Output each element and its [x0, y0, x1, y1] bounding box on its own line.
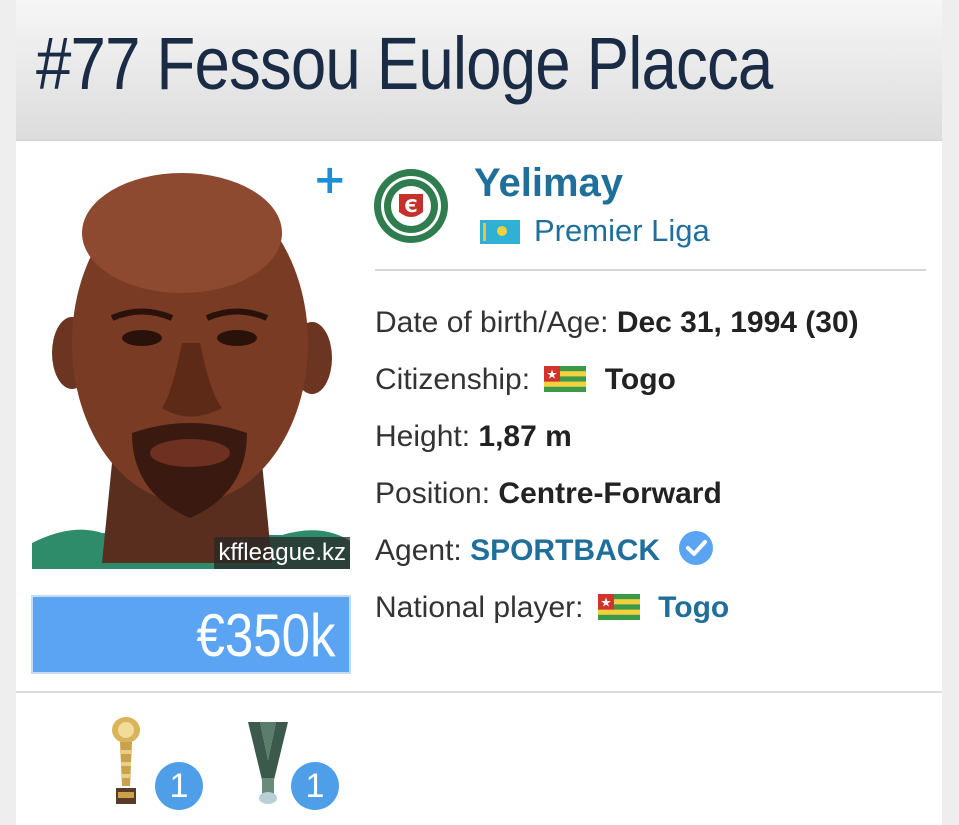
- citizenship-value: Togo: [604, 363, 676, 396]
- league-name-link[interactable]: Premier Liga: [534, 210, 710, 252]
- player-last-name: Placca: [586, 22, 774, 105]
- profile-header: #77 Fessou Euloge Placca: [16, 0, 942, 141]
- page-title: #77 Fessou Euloge Placca: [36, 14, 774, 114]
- agent-link[interactable]: SPORTBACK: [470, 534, 660, 567]
- dob-row: Date of birth/Age: Dec 31, 1994 (30): [375, 297, 935, 354]
- player-first-names: Fessou Euloge: [156, 22, 570, 105]
- agent-label: Agent:: [375, 534, 462, 567]
- shirt-number: #77: [36, 22, 140, 105]
- agent-row: Agent: SPORTBACK: [375, 525, 935, 582]
- dob-value: Dec 31, 1994 (30): [616, 306, 859, 339]
- svg-text:Є: Є: [404, 196, 417, 217]
- position-row: Position: Centre-Forward: [375, 468, 935, 525]
- trophy-count-badge: 1: [155, 762, 203, 810]
- height-value: 1,87 m: [478, 420, 572, 453]
- national-player-label: National player:: [375, 591, 584, 624]
- golden-trophy-icon[interactable]: [108, 716, 144, 808]
- player-profile-page: #77 Fessou Euloge Placca kffleague.kz + …: [0, 0, 959, 825]
- kazakhstan-flag-icon: [480, 220, 520, 244]
- citizenship-row: Citizenship: Togo: [375, 354, 935, 411]
- medal-ribbon-icon[interactable]: [246, 720, 290, 806]
- national-player-row: National player: Togo: [375, 582, 935, 639]
- citizenship-label: Citizenship:: [375, 363, 531, 396]
- dob-label: Date of birth/Age:: [375, 306, 609, 339]
- market-value: €350k: [196, 602, 335, 669]
- position-value: Centre-Forward: [498, 477, 722, 510]
- height-row: Height: 1,87 m: [375, 411, 935, 468]
- height-label: Height:: [375, 420, 471, 453]
- togo-flag-icon: [597, 594, 640, 620]
- achievements-divider: [16, 691, 942, 693]
- club-logo-icon[interactable]: Є: [373, 168, 449, 244]
- togo-flag-icon: [544, 366, 587, 392]
- add-to-watchlist-icon[interactable]: +: [313, 160, 347, 200]
- market-value-box[interactable]: €350k: [31, 595, 351, 674]
- photo-watermark: kffleague.kz: [214, 537, 350, 569]
- player-details: Date of birth/Age: Dec 31, 1994 (30) Cit…: [375, 297, 935, 639]
- national-team-link[interactable]: Togo: [658, 591, 729, 624]
- medal-count-badge: 1: [291, 762, 339, 810]
- player-photo: kffleague.kz: [32, 163, 350, 569]
- club-name-link[interactable]: Yelimay: [474, 158, 623, 208]
- verified-check-icon: [679, 531, 714, 565]
- club-divider: [375, 269, 926, 271]
- position-label: Position:: [375, 477, 491, 510]
